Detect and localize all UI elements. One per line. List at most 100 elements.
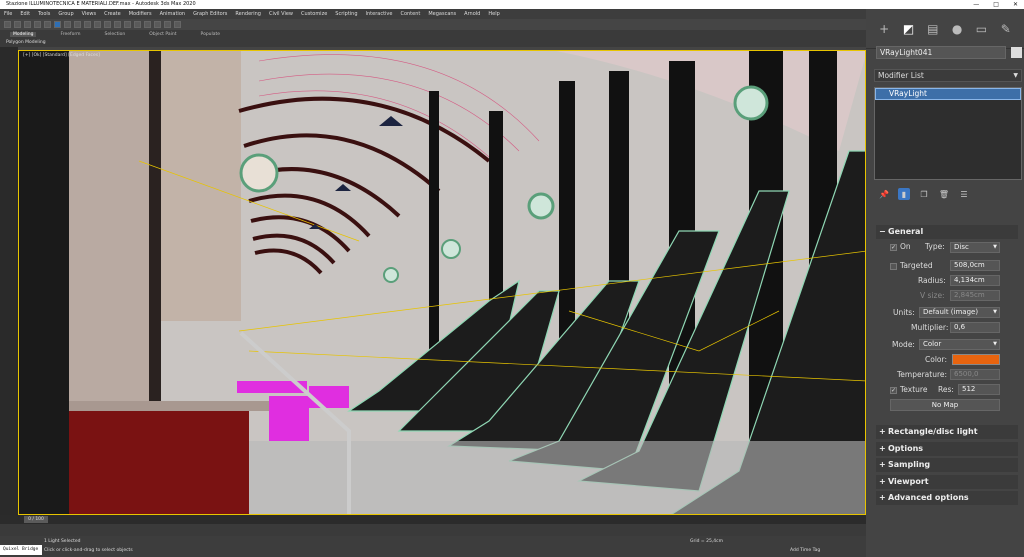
temperature-field[interactable]: 6500,0 — [950, 369, 1000, 380]
expand-icon: + — [879, 476, 886, 486]
no-map-button[interactable]: No Map — [890, 399, 1000, 411]
res-field[interactable]: 512 — [958, 384, 1000, 395]
menu-item[interactable]: Civil View — [269, 11, 293, 17]
title-bar: Stazione ILLUMINOTECNICA E MATERIALI.DEF… — [0, 0, 1024, 9]
mode-label: Mode: — [892, 340, 915, 349]
collapse-icon: − — [879, 227, 886, 236]
unlink-icon[interactable] — [34, 21, 41, 28]
command-panel: + ◩ ▤ ● ▭ ✎ VRayLight041 Modifier List ▼ … — [866, 9, 1024, 557]
dropdown-arrow-icon: ▼ — [993, 309, 997, 315]
menu-item[interactable]: Edit — [20, 11, 30, 17]
units-dropdown[interactable]: Default (image) ▼ — [919, 307, 1000, 318]
menu-item[interactable]: Views — [82, 11, 96, 17]
object-color-swatch[interactable] — [1011, 47, 1022, 58]
ribbon-tab[interactable]: Modeling — [10, 31, 37, 37]
targeted-distance-field[interactable]: 508,0cm — [950, 260, 1000, 271]
menu-item[interactable]: Interactive — [366, 11, 393, 17]
angle-snap-icon[interactable] — [124, 21, 131, 28]
dropdown-arrow-icon: ▼ — [993, 244, 997, 250]
ribbon-tab[interactable]: Selection — [105, 32, 126, 37]
align-icon[interactable] — [144, 21, 151, 28]
checkmark-icon: ✓ — [890, 386, 897, 394]
rollout-header[interactable]: + Sampling — [876, 458, 1018, 472]
menu-item[interactable]: Create — [104, 11, 121, 17]
redo-icon[interactable] — [14, 21, 21, 28]
vsize-field[interactable]: 2,845cm — [950, 290, 1000, 301]
material-editor-icon[interactable] — [154, 21, 161, 28]
pin-stack-icon[interactable]: 📌 — [878, 188, 890, 200]
menu-item[interactable]: Megascans — [428, 11, 456, 17]
menu-item[interactable]: Content — [400, 11, 420, 17]
type-dropdown[interactable]: Disc ▼ — [950, 242, 1000, 253]
menu-item[interactable]: Arnold — [464, 11, 480, 17]
render-icon[interactable] — [174, 21, 181, 28]
type-label: Type: — [925, 242, 945, 251]
track-bar[interactable] — [0, 524, 866, 536]
rollout-header[interactable]: + Viewport — [876, 474, 1018, 489]
time-slider[interactable]: 0 / 100 — [24, 516, 48, 523]
menu-item[interactable]: Modifiers — [129, 11, 152, 17]
snap-icon[interactable] — [114, 21, 121, 28]
mirror-icon[interactable] — [134, 21, 141, 28]
select-by-name-icon[interactable] — [64, 21, 71, 28]
time-slider-bar: 0 / 100 — [0, 515, 866, 524]
create-tab-icon[interactable]: + — [877, 22, 891, 36]
configure-sets-icon[interactable]: ☰ — [958, 188, 970, 200]
rollout-header[interactable]: + Advanced options — [876, 491, 1018, 505]
rollout-header[interactable]: + Options — [876, 441, 1018, 456]
close-icon[interactable]: ✕ — [1013, 0, 1018, 9]
modify-tab-icon[interactable]: ◩ — [901, 22, 915, 36]
move-icon[interactable] — [84, 21, 91, 28]
rollout-title: Sampling — [888, 460, 931, 469]
bind-icon[interactable] — [44, 21, 51, 28]
hierarchy-tab-icon[interactable]: ▤ — [926, 22, 940, 36]
region-select-icon[interactable] — [74, 21, 81, 28]
add-time-tag[interactable]: Add Time Tag — [790, 548, 820, 553]
menu-item[interactable]: Tools — [38, 11, 50, 17]
select-object-icon[interactable] — [54, 21, 61, 28]
utilities-tab-icon[interactable]: ✎ — [999, 22, 1013, 36]
menu-item[interactable]: File — [4, 11, 12, 17]
maximize-icon[interactable]: □ — [993, 0, 999, 9]
maxscript-listener[interactable]: Quixel Bridge — [0, 545, 42, 555]
rollout-header[interactable]: + Rectangle/disc light — [876, 425, 1018, 439]
viewport-label[interactable]: [+] [Ok] [Standard] [Edged Faces] — [23, 53, 100, 58]
texture-checkbox[interactable]: ✓ Texture — [890, 385, 927, 394]
make-unique-icon[interactable]: ❐ — [918, 188, 930, 200]
ribbon-tab[interactable]: Populate — [201, 32, 221, 37]
units-value: Default (image) — [923, 308, 979, 316]
on-checkbox[interactable]: ✓ On — [890, 242, 911, 251]
general-rollout-header[interactable]: − General — [876, 225, 1018, 239]
object-name-field[interactable]: VRayLight041 — [876, 46, 1006, 59]
temperature-label: Temperature: — [897, 370, 948, 379]
ribbon-tab[interactable]: Freeform — [60, 32, 80, 37]
render-setup-icon[interactable] — [164, 21, 171, 28]
undo-icon[interactable] — [4, 21, 11, 28]
motion-tab-icon[interactable]: ● — [950, 22, 964, 36]
menu-item[interactable]: Graph Editors — [193, 11, 227, 17]
perspective-viewport[interactable]: [+] [Ok] [Standard] [Edged Faces] — [18, 50, 866, 515]
multiplier-field[interactable]: 0,6 — [950, 322, 1000, 333]
rotate-icon[interactable] — [94, 21, 101, 28]
scale-icon[interactable] — [104, 21, 111, 28]
menu-item[interactable]: Group — [58, 11, 73, 17]
minimize-icon[interactable]: — — [973, 0, 979, 9]
menu-item[interactable]: Scripting — [335, 11, 357, 17]
light-color-swatch[interactable] — [952, 354, 1000, 365]
polygon-modeling-label[interactable]: Polygon Modeling — [6, 40, 46, 45]
mode-value: Color — [923, 340, 942, 348]
show-end-result-icon[interactable]: ▮ — [898, 188, 910, 200]
display-tab-icon[interactable]: ▭ — [974, 22, 988, 36]
targeted-checkbox[interactable]: Targeted — [890, 261, 933, 270]
remove-modifier-icon[interactable]: 🗑 — [938, 188, 950, 200]
modifier-list-dropdown[interactable]: Modifier List ▼ — [874, 69, 1022, 82]
radius-field[interactable]: 4,134cm — [950, 275, 1000, 286]
menu-item[interactable]: Rendering — [235, 11, 261, 17]
ribbon-tab[interactable]: Object Paint — [149, 32, 176, 37]
stack-item-vraylight[interactable]: VRayLight — [875, 88, 1021, 100]
mode-dropdown[interactable]: Color ▼ — [919, 339, 1000, 350]
menu-item[interactable]: Customize — [301, 11, 327, 17]
link-icon[interactable] — [24, 21, 31, 28]
menu-item[interactable]: Help — [488, 11, 499, 17]
menu-item[interactable]: Animation — [160, 11, 186, 17]
